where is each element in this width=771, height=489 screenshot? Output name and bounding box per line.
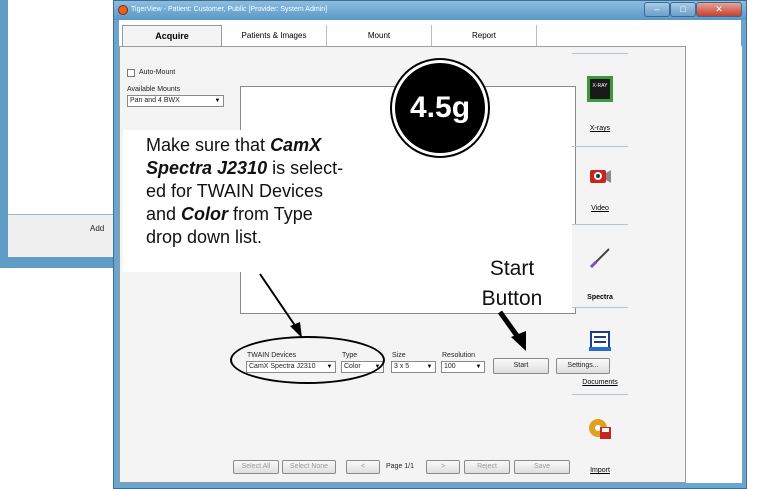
twain-arrow-line bbox=[259, 273, 299, 331]
annotation-arrows bbox=[259, 273, 526, 351]
twain-arrowhead bbox=[290, 322, 302, 338]
